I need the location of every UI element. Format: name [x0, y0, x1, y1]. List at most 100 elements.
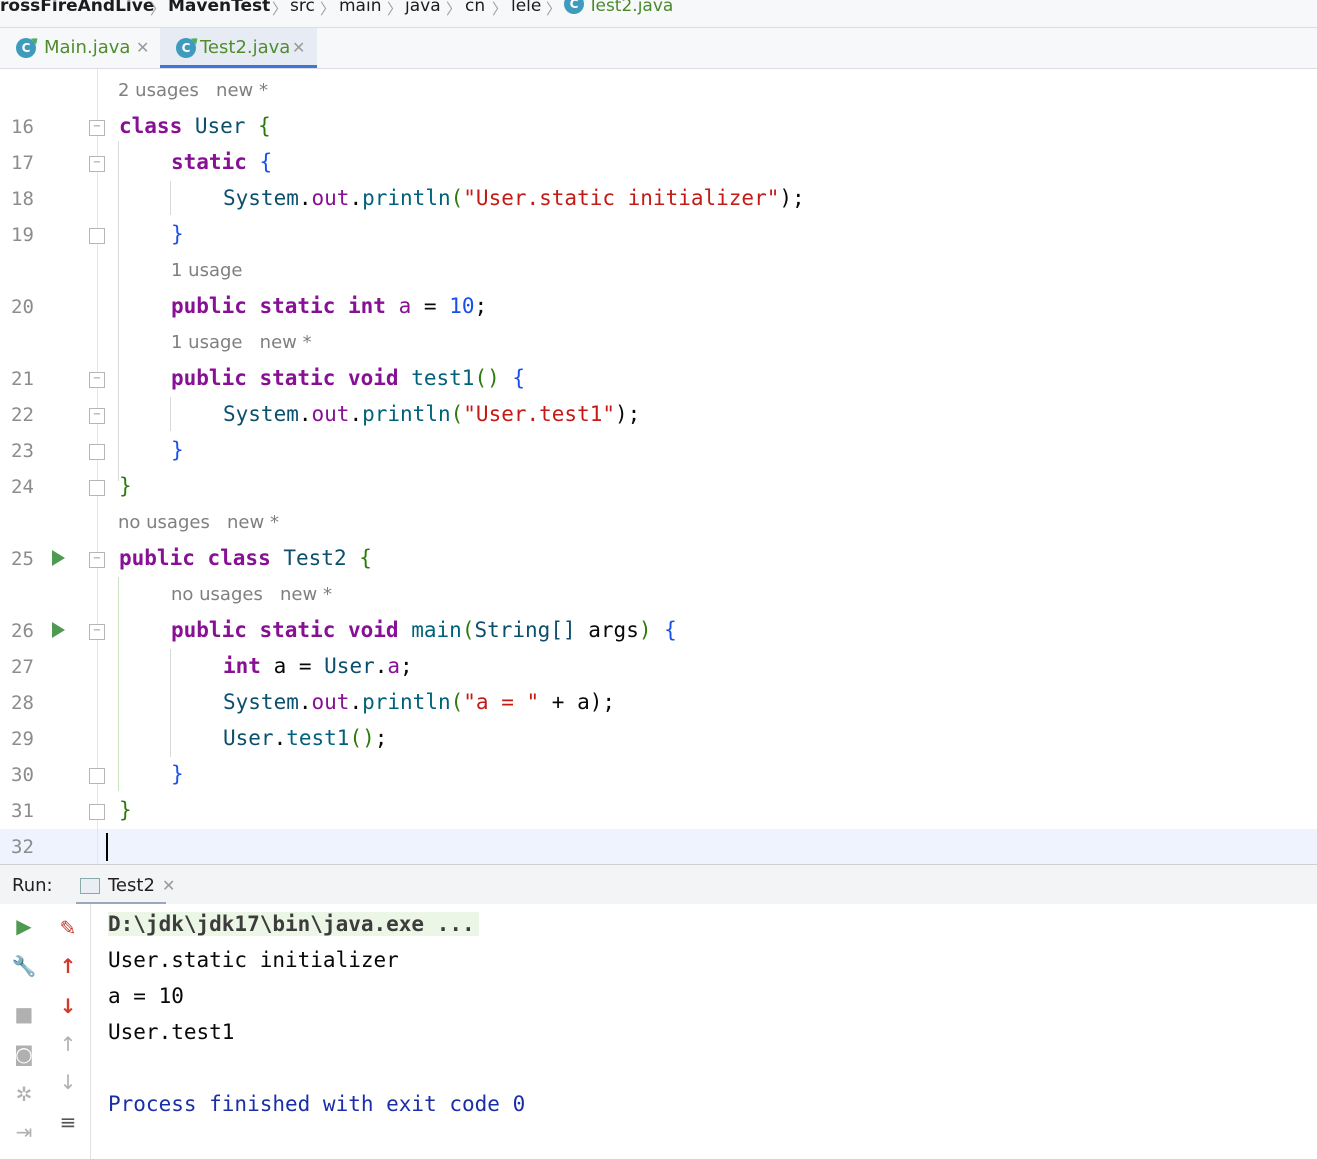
fold-marker-icon[interactable]: − — [89, 156, 105, 172]
breadcrumb: rossFireAndLive 〉 MavenTest 〉 src 〉 main… — [0, 0, 1317, 28]
breadcrumb-separator: 〉 — [320, 0, 336, 18]
text-caret — [106, 833, 108, 861]
fold-marker-icon[interactable]: − — [89, 408, 105, 424]
rerun-icon[interactable]: ▶ — [10, 914, 38, 938]
line-number: 20 — [11, 296, 34, 318]
up-arrow-icon[interactable]: ↑ — [54, 954, 82, 978]
fold-marker-icon[interactable]: − — [89, 624, 105, 640]
fold-end-icon[interactable] — [89, 768, 105, 784]
current-line-highlight — [0, 829, 1317, 864]
inlay-hint-usages[interactable]: no usages new * — [171, 584, 332, 605]
fold-end-icon[interactable] — [89, 228, 105, 244]
breadcrumb-item-main[interactable]: main — [339, 0, 381, 16]
code-line: public static void test1() { — [171, 366, 526, 390]
line-number: 28 — [11, 692, 34, 714]
code-line: User.test1(); — [223, 726, 388, 750]
breadcrumb-separator: 〉 — [546, 0, 562, 18]
run-tool-window-header: Run: Test2 ✕ — [0, 864, 1317, 905]
line-number: 21 — [11, 368, 34, 390]
code-line: public class Test2 { — [119, 546, 372, 570]
previous-occurrence-icon[interactable]: ↑ — [54, 1032, 82, 1056]
code-line: } — [171, 438, 184, 462]
indent-guide — [170, 397, 171, 431]
breadcrumb-item-project[interactable]: rossFireAndLive — [0, 0, 154, 16]
line-number: 22 — [11, 404, 34, 426]
exit-icon[interactable]: ✲ — [10, 1082, 38, 1106]
code-line: class User { — [119, 114, 271, 138]
line-number: 24 — [11, 476, 34, 498]
code-line: System.out.println("User.static initiali… — [223, 186, 805, 210]
import-icon[interactable]: ⇥ — [10, 1120, 38, 1144]
tab-label: Test2.java — [200, 37, 291, 58]
close-icon[interactable]: ✕ — [292, 38, 305, 57]
run-tab-test2[interactable]: Test2 ✕ — [76, 865, 186, 905]
code-line: } — [171, 762, 184, 786]
line-number: 26 — [11, 620, 34, 642]
java-class-icon: C — [16, 38, 36, 58]
line-number: 25 — [11, 548, 34, 570]
line-number: 29 — [11, 728, 34, 750]
line-number: 17 — [11, 152, 34, 174]
gutter-divider — [97, 69, 98, 864]
inlay-hint-usages[interactable]: no usages new * — [118, 512, 279, 533]
fold-end-icon[interactable] — [89, 480, 105, 496]
camera-icon[interactable]: ◙ — [10, 1042, 38, 1066]
fold-marker-icon[interactable]: − — [89, 120, 105, 136]
fold-marker-icon[interactable]: − — [89, 372, 105, 388]
soft-wrap-icon[interactable]: ≡ — [54, 1110, 82, 1134]
breadcrumb-item-file[interactable]: Test2.java — [588, 0, 673, 16]
clear-output-icon[interactable]: ✎ — [54, 916, 82, 940]
console-toolbar: ▶ ✎ 🔧 ↑ ↓ ■ ↑ ◙ ↓ ✲ ≡ ⇥ — [0, 904, 91, 1159]
console-output-line: a = 10 — [108, 984, 184, 1008]
inlay-hint-usages[interactable]: 1 usage — [171, 260, 243, 281]
java-class-icon: C — [564, 0, 584, 14]
tab-main-java[interactable]: C Main.java ✕ — [0, 28, 158, 68]
fold-marker-icon[interactable]: − — [89, 552, 105, 568]
run-gutter-icon[interactable] — [52, 622, 65, 638]
breadcrumb-item-java[interactable]: java — [405, 0, 441, 16]
code-editor[interactable]: 16 17 18 19 20 21 22 23 24 25 26 27 28 2… — [0, 69, 1317, 864]
java-class-icon: C — [176, 38, 196, 58]
console-command-line[interactable]: D:\jdk\jdk17\bin\java.exe ... — [108, 912, 479, 936]
indent-guide — [118, 141, 119, 481]
stop-icon[interactable]: ■ — [10, 1002, 38, 1026]
console-output-line: User.test1 — [108, 1020, 235, 1044]
code-line: public static int a = 10; — [171, 294, 488, 318]
breadcrumb-separator: 〉 — [272, 0, 288, 18]
breadcrumb-separator: 〉 — [492, 0, 508, 18]
line-number: 18 — [11, 188, 34, 210]
breadcrumb-separator: 〉 — [387, 0, 403, 18]
breadcrumb-item-src[interactable]: src — [290, 0, 315, 16]
down-arrow-icon[interactable]: ↓ — [54, 994, 82, 1018]
console-exit-message: Process finished with exit code 0 — [108, 1092, 526, 1116]
code-line: System.out.println("a = " + a); — [223, 690, 616, 714]
line-number: 19 — [11, 224, 34, 246]
line-number: 23 — [11, 440, 34, 462]
code-line: System.out.println("User.test1"); — [223, 402, 641, 426]
run-gutter-icon[interactable] — [52, 550, 65, 566]
breadcrumb-separator: 〉 — [150, 0, 166, 18]
close-icon[interactable]: ✕ — [136, 38, 149, 57]
inlay-hint-usages[interactable]: 2 usages new * — [118, 80, 268, 101]
indent-guide — [118, 577, 119, 791]
fold-end-icon[interactable] — [89, 804, 105, 820]
indent-guide — [170, 181, 171, 215]
settings-wrench-icon[interactable]: 🔧 — [10, 954, 38, 978]
breadcrumb-item-lele[interactable]: lele — [511, 0, 541, 16]
next-occurrence-icon[interactable]: ↓ — [54, 1070, 82, 1094]
run-console[interactable]: ▶ ✎ 🔧 ↑ ↓ ■ ↑ ◙ ↓ ✲ ≡ ⇥ D:\jdk\jdk17\bin… — [0, 904, 1317, 1159]
run-tab-label: Test2 — [108, 875, 155, 896]
fold-end-icon[interactable] — [89, 444, 105, 460]
code-line: } — [119, 474, 132, 498]
code-line: } — [119, 798, 132, 822]
breadcrumb-item-cn[interactable]: cn — [465, 0, 485, 16]
close-icon[interactable]: ✕ — [162, 876, 175, 895]
inlay-hint-usages[interactable]: 1 usage new * — [171, 332, 312, 353]
line-number: 31 — [11, 800, 34, 822]
code-line: } — [171, 222, 184, 246]
tab-test2-java[interactable]: C Test2.java ✕ — [160, 28, 317, 68]
line-number: 27 — [11, 656, 34, 678]
breadcrumb-item-module[interactable]: MavenTest — [168, 0, 270, 16]
tab-label: Main.java — [44, 37, 131, 58]
code-line: public static void main(String[] args) { — [171, 618, 677, 642]
